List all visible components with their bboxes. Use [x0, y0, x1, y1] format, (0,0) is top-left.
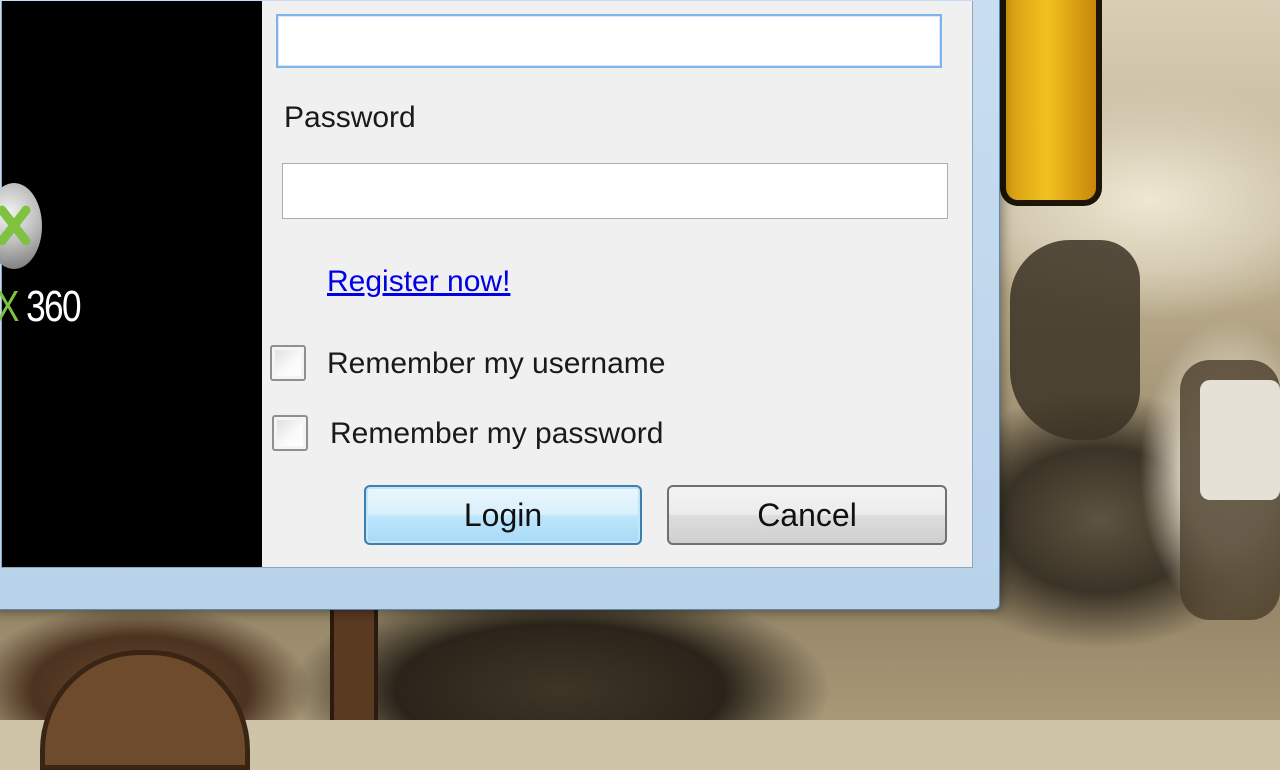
register-now-link[interactable]: Register now! [327, 265, 510, 299]
wallpaper-art-figure [1010, 240, 1140, 440]
wallpaper-art-yellow [1000, 0, 1102, 206]
remember-password-label[interactable]: Remember my password [330, 417, 663, 451]
wallpaper-art-strap [330, 610, 378, 720]
wallpaper-art-sack [40, 650, 250, 770]
password-input[interactable] [282, 163, 948, 219]
remember-username-checkbox[interactable] [270, 345, 306, 381]
password-label: Password [284, 101, 416, 134]
login-button[interactable]: Login [364, 485, 642, 545]
logo-panel: X 360 [0, 1, 262, 567]
xbox-orb-icon [0, 183, 42, 269]
cancel-button[interactable]: Cancel [667, 485, 947, 545]
xbox-360-logo-text: X 360 [0, 282, 82, 331]
remember-password-checkbox[interactable] [272, 415, 308, 451]
login-window: X 360 Password Register now! Remember my… [0, 0, 1000, 610]
login-dialog-client: X 360 Password Register now! Remember my… [0, 1, 973, 568]
wallpaper-art-highlight [1200, 380, 1280, 500]
username-input[interactable] [276, 14, 942, 68]
remember-username-label[interactable]: Remember my username [327, 347, 665, 381]
